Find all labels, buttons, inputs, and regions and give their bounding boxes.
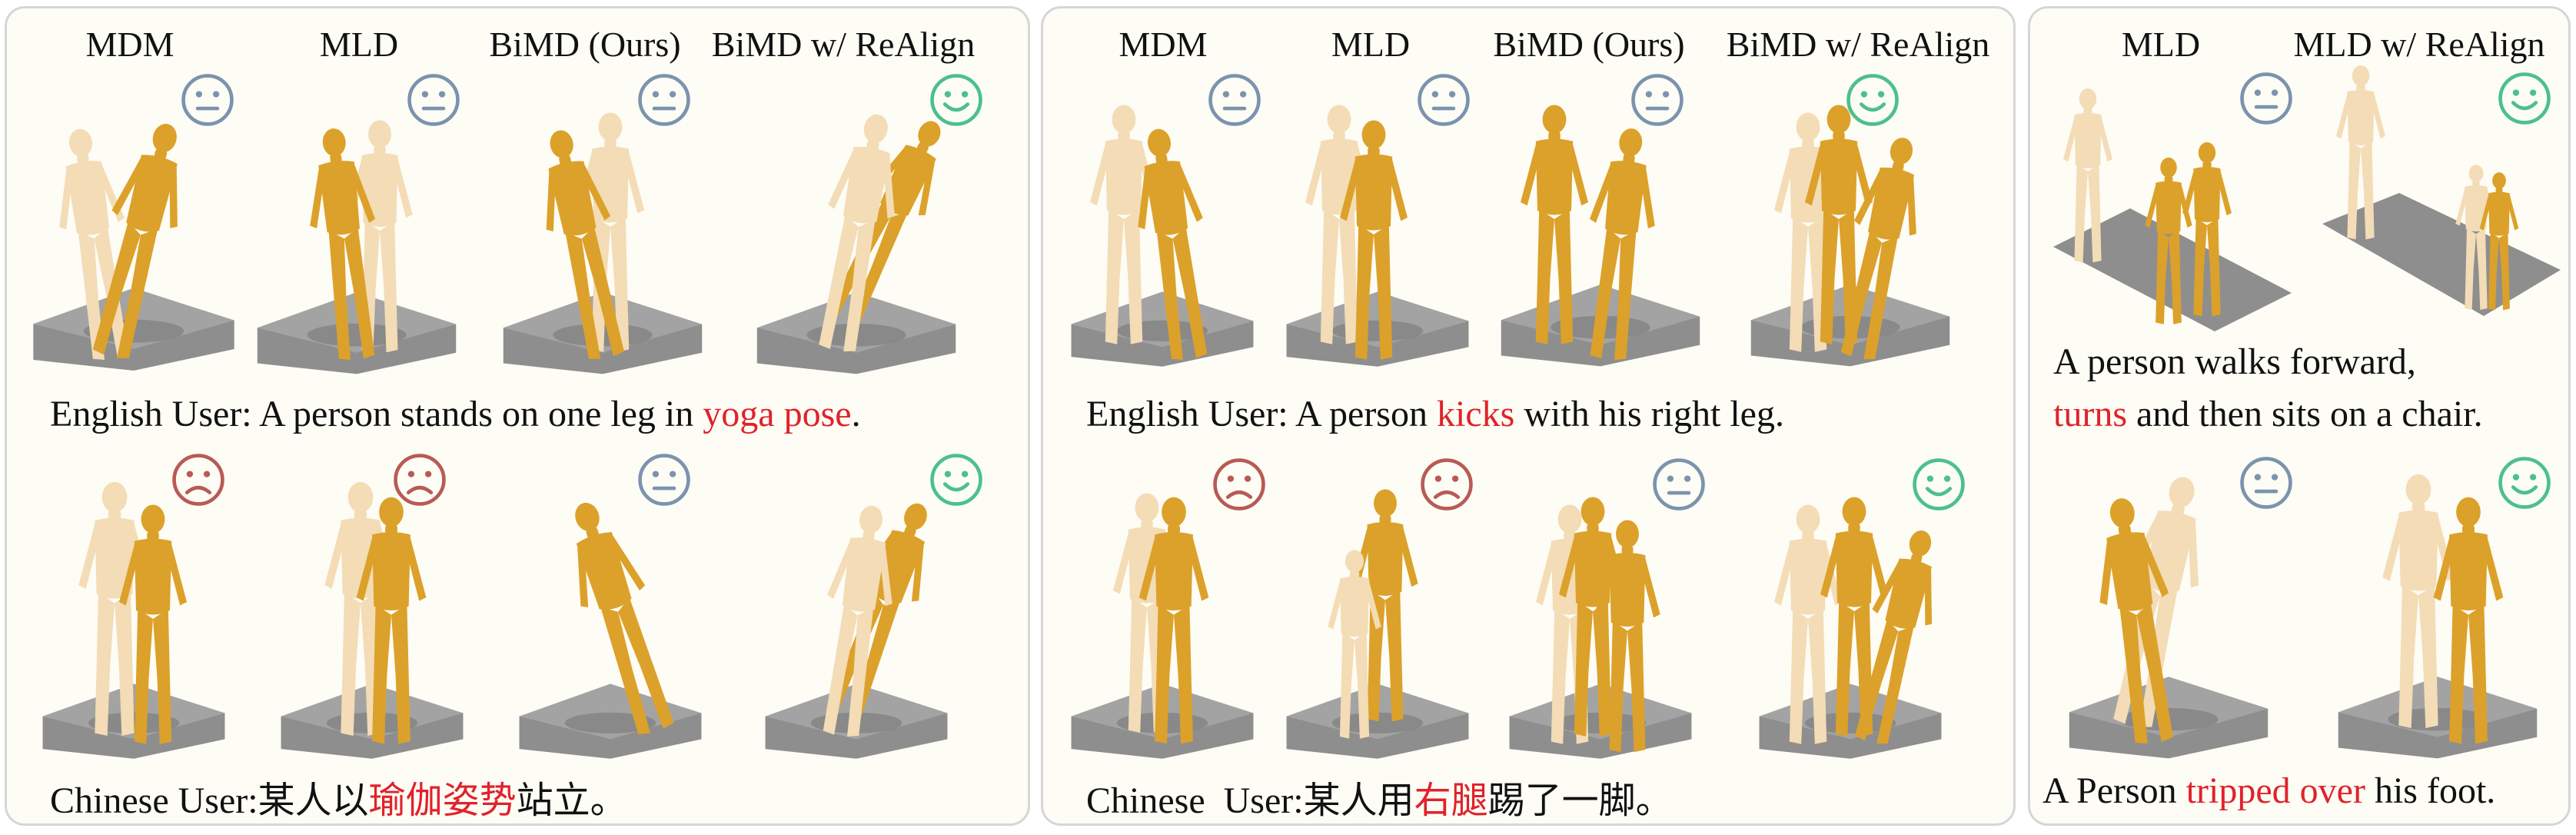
column-header-bimd: BiMD (Ours) bbox=[489, 25, 681, 64]
motion-scene bbox=[1059, 85, 1266, 378]
motion-scene bbox=[499, 477, 722, 770]
happy-face-icon bbox=[2496, 70, 2553, 127]
motion-scene bbox=[1274, 477, 1481, 770]
happy-face-icon bbox=[1844, 72, 1901, 128]
sad-face-icon bbox=[170, 451, 227, 508]
sad-face-icon bbox=[1211, 456, 1268, 513]
column-header-mdm: MDM bbox=[85, 25, 175, 64]
neutral-face-icon bbox=[179, 72, 236, 128]
panel-walk-trip: MLD MLD w/ ReAlign A person walks forwar… bbox=[2028, 6, 2571, 826]
chinese-prompt: Chinese User:某人用右腿踢了一脚。 bbox=[1086, 780, 1673, 821]
neutral-face-icon bbox=[1415, 72, 1472, 128]
trip-prompt: A Person tripped over his foot. bbox=[2043, 770, 2496, 811]
motion-scene bbox=[261, 462, 484, 770]
column-header-bimd-realign: BiMD w/ ReAlign bbox=[711, 25, 976, 64]
neutral-face-icon bbox=[2238, 454, 2295, 511]
motion-scene bbox=[1735, 477, 1966, 770]
panel-yoga: MDM MLD BiMD (Ours) BiMD w/ ReAlign Engl… bbox=[5, 6, 1030, 826]
motion-scene bbox=[491, 93, 714, 385]
chinese-prompt: Chinese User:某人以瑜伽姿势站立。 bbox=[50, 780, 627, 821]
sad-face-icon bbox=[391, 451, 448, 508]
english-prompt: English User: A person kicks with his ri… bbox=[1086, 394, 1784, 434]
column-header-mld: MLD bbox=[319, 25, 399, 64]
column-header-mld-realign: MLD w/ ReAlign bbox=[2293, 25, 2545, 64]
panel-kick: MDM MLD BiMD (Ours) BiMD w/ ReAlign Engl… bbox=[1041, 6, 2016, 826]
motion-scene bbox=[1489, 477, 1712, 770]
column-header-mld: MLD bbox=[1331, 25, 1411, 64]
english-prompt: English User: A person stands on one leg… bbox=[50, 394, 861, 434]
column-header-bimd: BiMD (Ours) bbox=[1493, 25, 1685, 64]
motion-scene bbox=[22, 93, 245, 385]
neutral-face-icon bbox=[1629, 72, 1686, 128]
motion-scene bbox=[745, 477, 968, 770]
motion-scene bbox=[245, 93, 468, 385]
motion-scene bbox=[1274, 85, 1481, 378]
neutral-face-icon bbox=[405, 72, 462, 128]
motion-scene bbox=[1735, 85, 1966, 378]
column-header-bimd-realign: BiMD w/ ReAlign bbox=[1726, 25, 1990, 64]
happy-face-icon bbox=[1910, 456, 1967, 513]
happy-face-icon bbox=[2496, 454, 2553, 511]
motion-scene bbox=[22, 462, 245, 770]
neutral-face-icon bbox=[1206, 72, 1263, 128]
happy-face-icon bbox=[928, 451, 985, 508]
walk-prompt-line1: A person walks forward, bbox=[2053, 341, 2416, 382]
motion-scene bbox=[1489, 85, 1712, 378]
neutral-face-icon bbox=[2238, 70, 2295, 127]
sad-face-icon bbox=[1418, 456, 1475, 513]
column-header-mdm: MDM bbox=[1118, 25, 1208, 64]
neutral-face-icon bbox=[636, 451, 693, 508]
neutral-face-icon bbox=[636, 72, 693, 128]
neutral-face-icon bbox=[1650, 456, 1707, 513]
column-header-mld: MLD bbox=[2121, 25, 2201, 64]
motion-scene bbox=[745, 93, 968, 385]
happy-face-icon bbox=[928, 72, 985, 128]
walk-prompt-line2: turns and then sits on a chair. bbox=[2053, 394, 2483, 434]
